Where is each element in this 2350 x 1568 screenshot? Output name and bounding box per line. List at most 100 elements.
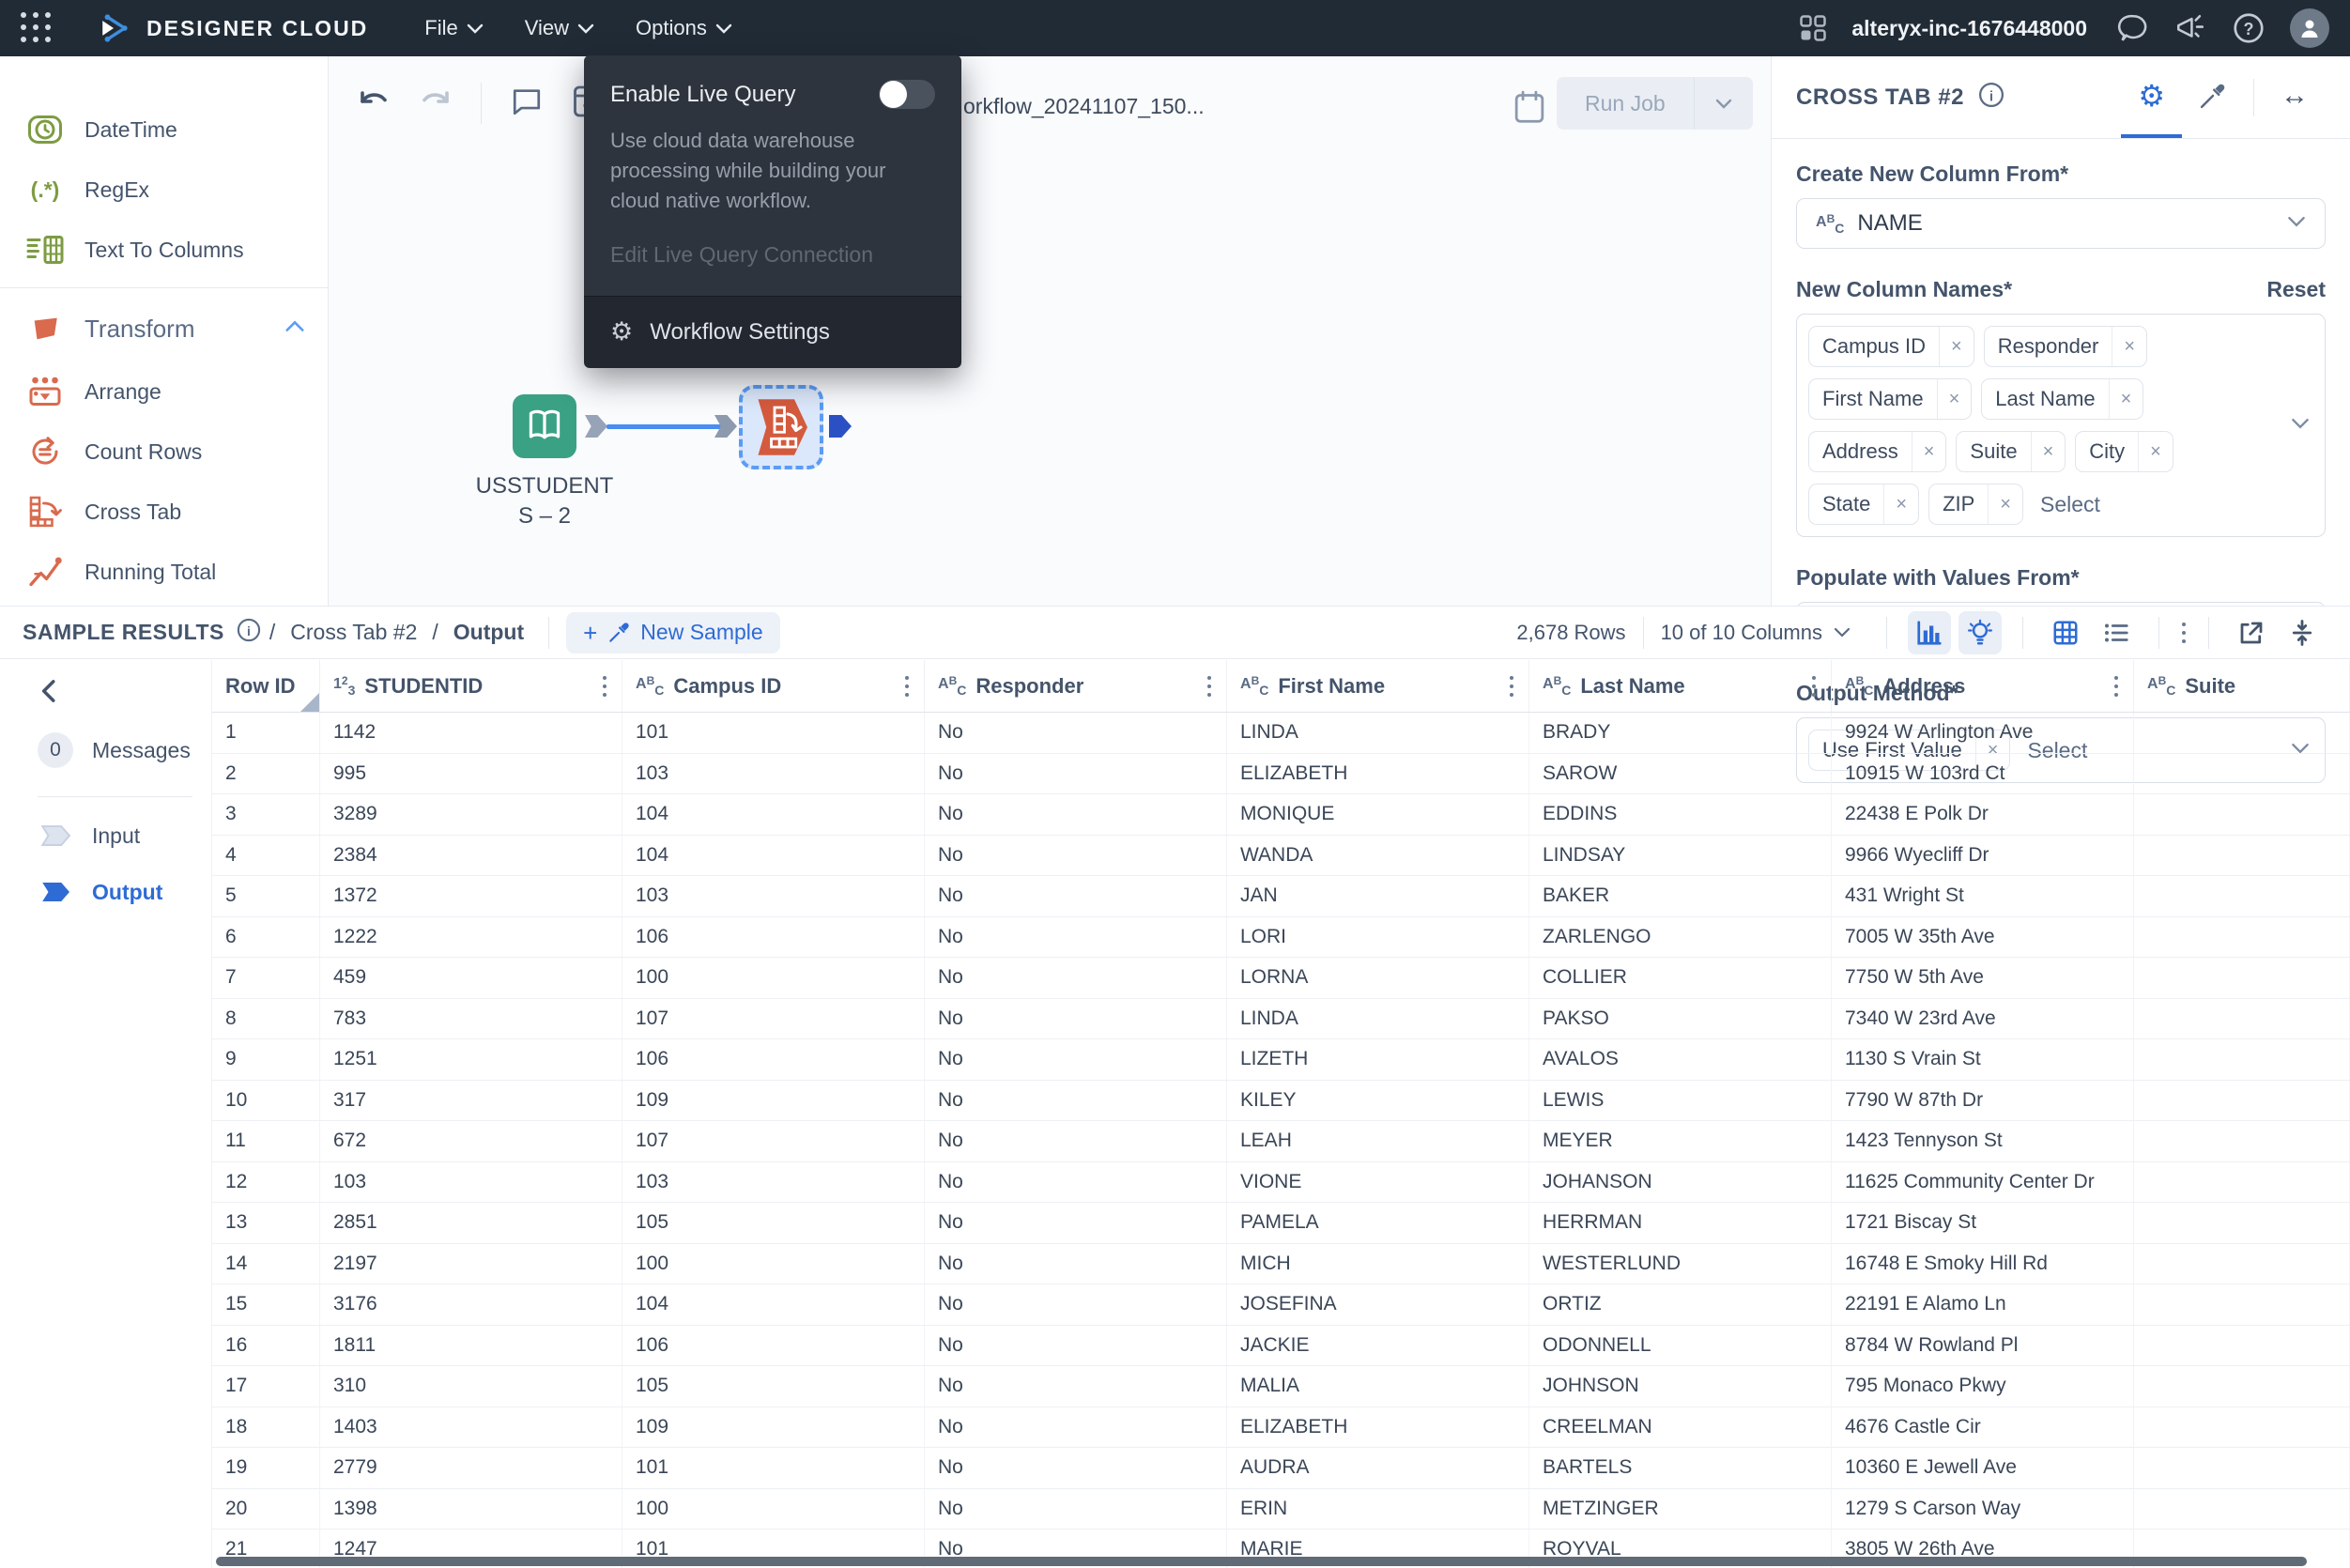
chip-city[interactable]: City× — [2075, 431, 2173, 472]
workflow-settings-label: Workflow Settings — [650, 319, 830, 346]
tab-sample-picker[interactable] — [2182, 56, 2244, 138]
column-menu-kebab[interactable] — [899, 670, 914, 702]
table-cell: PAMELA — [1227, 1203, 1529, 1243]
live-query-toggle[interactable] — [879, 80, 935, 109]
dataset-node-usstudent[interactable] — [513, 394, 576, 458]
chip-remove-icon[interactable]: × — [1937, 379, 1972, 419]
tab-messages[interactable]: 0 Messages — [38, 732, 211, 768]
breadcrumb-step[interactable]: Cross Tab #2 — [290, 620, 417, 645]
create-new-column-value: NAME — [1857, 210, 1922, 237]
app-grid-icon[interactable] — [21, 12, 53, 44]
column-header-first-name[interactable]: ABCFirst Name — [1227, 660, 1529, 712]
new-sample-button[interactable]: + New Sample — [566, 612, 780, 653]
schedule-calendar-icon[interactable] — [1513, 90, 1545, 129]
info-icon[interactable]: i — [1977, 81, 2005, 114]
create-new-column-select[interactable]: ABC NAME — [1796, 198, 2326, 249]
undo-icon[interactable] — [357, 87, 391, 120]
workflow-canvas[interactable]: orkflow_20241107_150... Run Job USSTUDEN… — [329, 56, 1771, 606]
grid-view-toggle[interactable] — [2044, 611, 2087, 654]
run-job-label: Run Job — [1557, 77, 1694, 130]
collapse-rail-icon[interactable] — [38, 679, 58, 708]
run-job-button[interactable]: Run Job — [1557, 77, 1753, 130]
column-menu-kebab[interactable] — [2109, 670, 2124, 702]
sidebar-item-regex[interactable]: (.*)RegEx — [0, 160, 328, 220]
column-header-studentid[interactable]: 123STUDENTID — [320, 660, 622, 712]
horizontal-scrollbar[interactable] — [216, 1557, 2307, 1566]
menu-options[interactable]: Options — [636, 16, 732, 40]
sidebar-item-datetime[interactable]: DateTime — [0, 100, 328, 160]
tab-settings[interactable]: ⚙ — [2121, 56, 2182, 138]
chip-remove-icon[interactable]: × — [2109, 379, 2143, 419]
workflow-name[interactable]: orkflow_20241107_150... — [963, 94, 1205, 119]
menu-file[interactable]: File — [424, 16, 483, 40]
reset-button[interactable]: Reset — [2266, 277, 2326, 302]
sidebar-item-text-to-columns[interactable]: Text To Columns — [0, 220, 328, 280]
table-cell: 11 — [212, 1121, 320, 1161]
column-menu-kebab[interactable] — [597, 670, 612, 702]
sidebar-item-running-total[interactable]: Running Total — [0, 542, 328, 602]
new-column-names-multiselect[interactable]: Campus ID×Responder× First Name×Last Name… — [1796, 314, 2326, 537]
info-icon[interactable]: i — [236, 617, 262, 648]
announcements-icon[interactable] — [2173, 12, 2207, 44]
sidebar-item-transform[interactable]: Transform — [0, 296, 328, 361]
column-header-responder[interactable]: ABCResponder — [925, 660, 1227, 712]
chevron-down-icon — [1715, 99, 1732, 109]
profile-chart-toggle[interactable] — [1908, 611, 1951, 654]
chip-address[interactable]: Address× — [1808, 431, 1946, 472]
sidebar-item-cross-tab[interactable]: Cross Tab — [0, 482, 328, 542]
table-cell: 1403 — [320, 1407, 622, 1448]
chip-remove-icon[interactable]: × — [2031, 432, 2066, 471]
column-menu-kebab[interactable] — [1806, 670, 1821, 702]
column-header-suite[interactable]: ABCSuite — [2134, 660, 2350, 712]
user-avatar[interactable] — [2290, 8, 2329, 48]
workflow-settings-item[interactable]: ⚙ Workflow Settings — [584, 296, 961, 368]
column-menu-kebab[interactable] — [1504, 670, 1519, 702]
chip-responder[interactable]: Responder× — [1984, 326, 2147, 367]
table-cell: 17 — [212, 1366, 320, 1407]
table-cell: 101 — [622, 713, 925, 753]
column-header-campus-id[interactable]: ABCCampus ID — [622, 660, 925, 712]
cross-tab-node-selected[interactable] — [739, 385, 823, 469]
redo-icon[interactable] — [419, 87, 453, 120]
help-icon[interactable]: ? — [2232, 11, 2266, 45]
table-cell: 2779 — [320, 1448, 622, 1488]
open-in-new-button[interactable] — [2230, 611, 2273, 654]
chat-icon[interactable] — [2117, 12, 2149, 44]
table-row: 7459100NoLORNACOLLIER7750 W 5th Ave — [212, 958, 2350, 999]
menu-view-label: View — [525, 16, 569, 40]
tab-input[interactable]: Input — [38, 822, 211, 850]
expand-panel-button[interactable]: ↔ — [2264, 56, 2326, 138]
tab-output[interactable]: Output — [38, 878, 211, 906]
sidebar-item-count-rows[interactable]: Count Rows — [0, 422, 328, 482]
suggestions-toggle[interactable] — [1958, 611, 2002, 654]
edit-live-query-connection[interactable]: Edit Live Query Connection — [610, 242, 935, 268]
columns-count[interactable]: 10 of 10 Columns — [1661, 621, 1822, 645]
table-cell: 104 — [622, 794, 925, 835]
comment-icon[interactable] — [510, 85, 544, 122]
column-menu-kebab[interactable] — [1202, 670, 1217, 702]
chip-zip[interactable]: ZIP× — [1928, 484, 2023, 525]
chip-campus-id[interactable]: Campus ID× — [1808, 326, 1974, 367]
sidebar-item-arrange[interactable]: Arrange — [0, 361, 328, 422]
more-options-kebab[interactable] — [2176, 617, 2191, 649]
chip-remove-icon[interactable]: × — [1988, 484, 2022, 524]
column-header-row-id[interactable]: Row ID — [212, 660, 320, 712]
chip-state[interactable]: State× — [1808, 484, 1919, 525]
chip-last-name[interactable]: Last Name× — [1981, 378, 2143, 420]
column-header-address[interactable]: ABCAddress — [1832, 660, 2134, 712]
collapse-panel-button[interactable] — [2281, 611, 2324, 654]
workspace-name[interactable]: alteryx-inc-1676448000 — [1851, 16, 2087, 41]
chip-remove-icon[interactable]: × — [2138, 432, 2173, 471]
chip-remove-icon[interactable]: × — [1939, 327, 1974, 366]
chevron-up-icon[interactable] — [284, 320, 305, 337]
chip-remove-icon[interactable]: × — [1883, 484, 1918, 524]
chip-suite[interactable]: Suite× — [1956, 431, 2066, 472]
live-query-description: Use cloud data warehouse processing whil… — [610, 126, 939, 216]
list-view-toggle[interactable] — [2095, 611, 2138, 654]
chip-remove-icon[interactable]: × — [2112, 327, 2146, 366]
chip-first-name[interactable]: First Name× — [1808, 378, 1972, 420]
run-job-dropdown[interactable] — [1695, 77, 1753, 130]
menu-view[interactable]: View — [525, 16, 594, 40]
column-header-last-name[interactable]: ABCLast Name — [1529, 660, 1832, 712]
chip-remove-icon[interactable]: × — [1912, 432, 1946, 471]
